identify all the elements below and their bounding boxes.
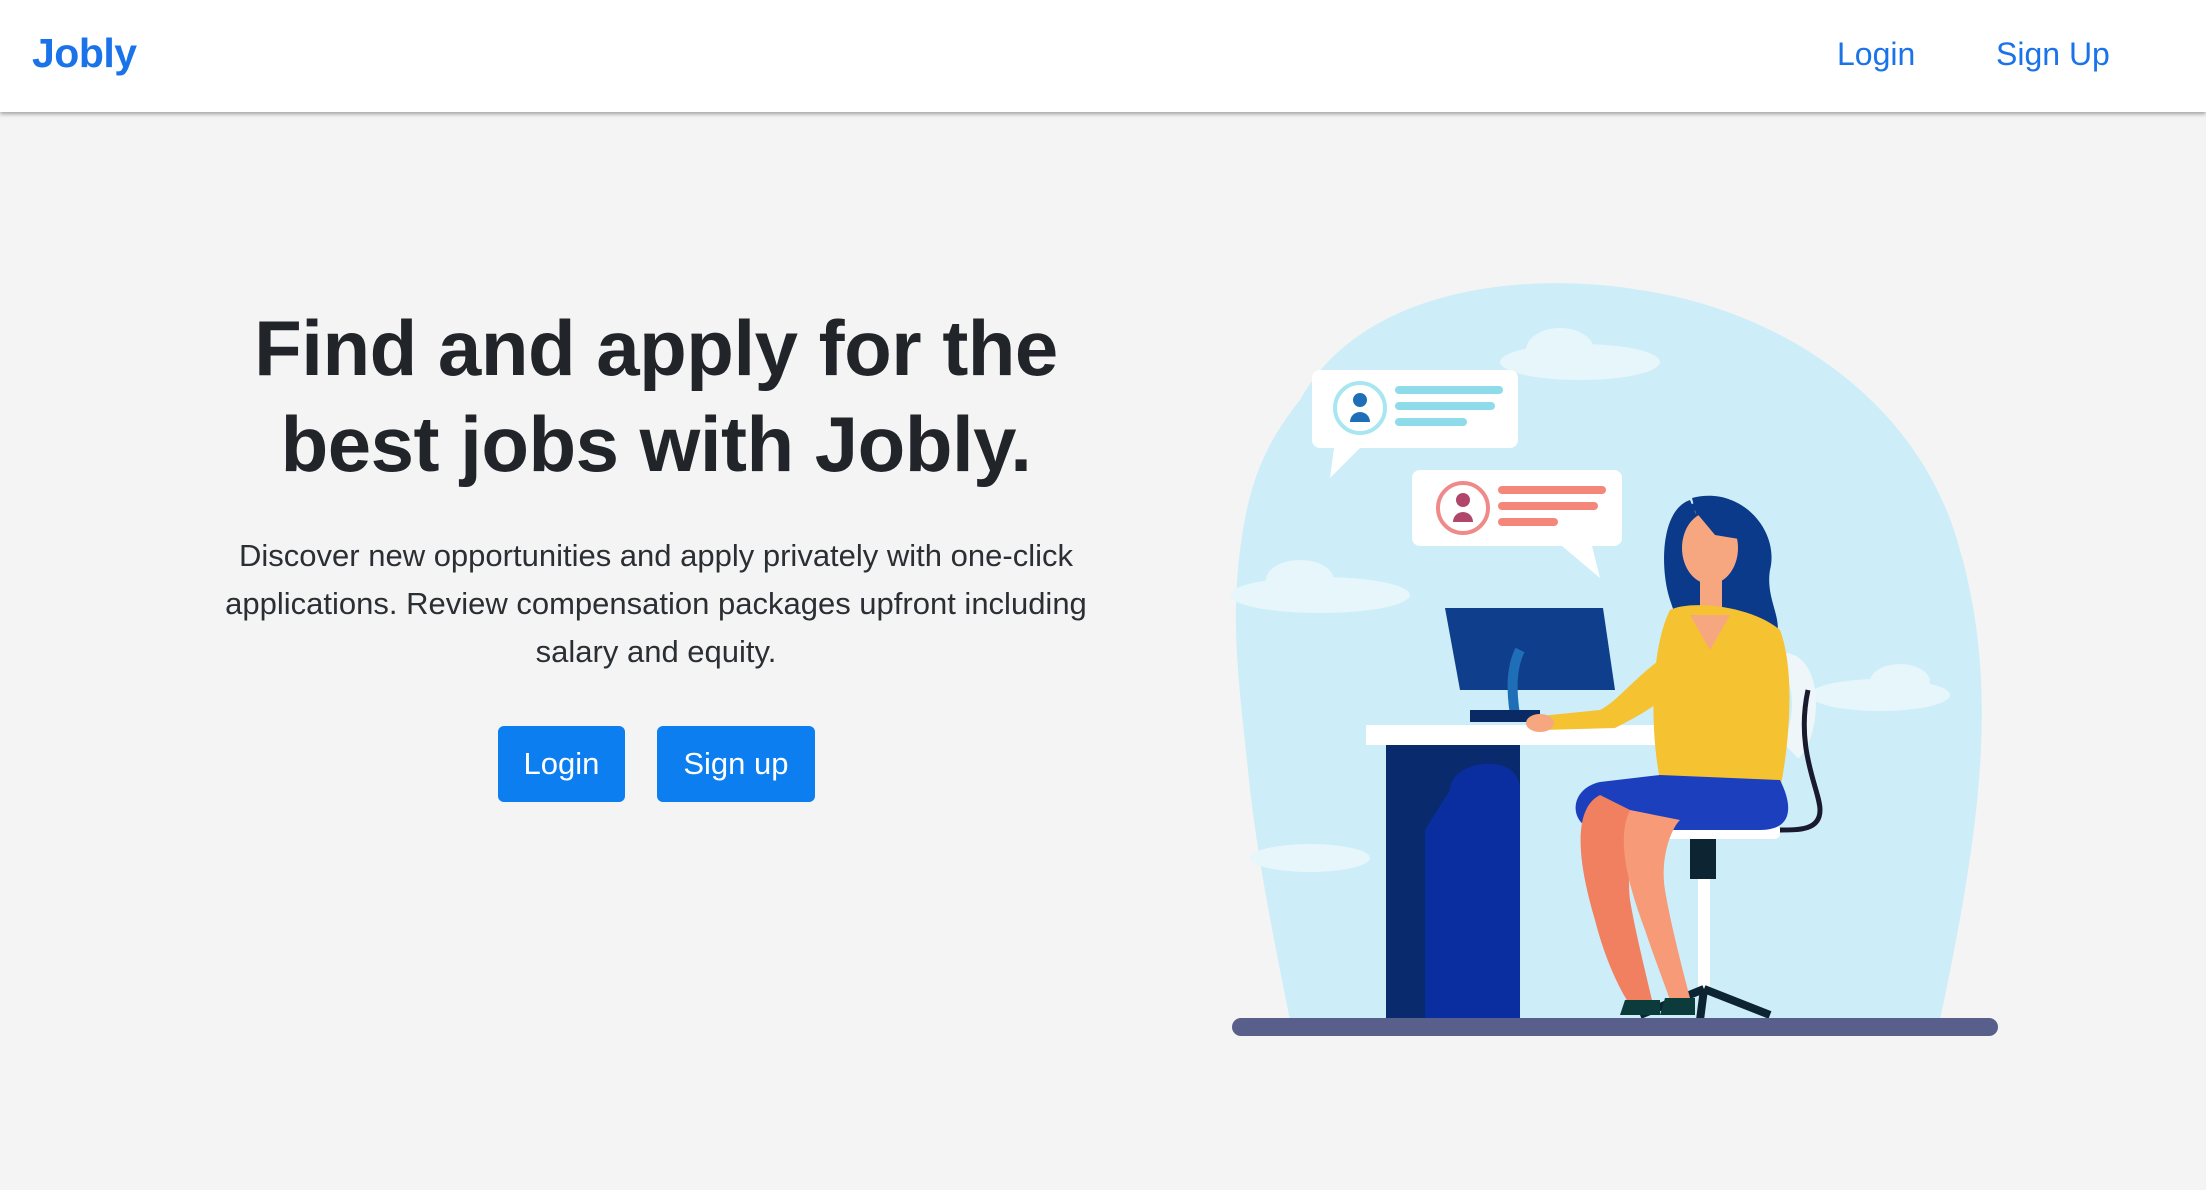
- hero-headline: Find and apply for the best jobs with Jo…: [160, 300, 1152, 492]
- hero-button-row: Login Sign up: [160, 726, 1152, 802]
- signup-button[interactable]: Sign up: [657, 726, 815, 802]
- headline-line-1: Find and apply for the: [254, 304, 1058, 392]
- headline-line-2: best jobs with Jobly.: [280, 400, 1032, 488]
- hero-section: Find and apply for the best jobs with Jo…: [160, 300, 1152, 802]
- navbar: Jobly Login Sign Up: [0, 0, 2206, 112]
- hero-illustration: [1230, 283, 1998, 1036]
- hero-description: Discover new opportunities and apply pri…: [225, 538, 1087, 669]
- brand-logo-link[interactable]: Jobly: [32, 30, 137, 77]
- floor-line: [1232, 1018, 1998, 1036]
- nav-signup-link[interactable]: Sign Up: [1996, 36, 2110, 73]
- login-button[interactable]: Login: [497, 726, 626, 802]
- nav-login-link[interactable]: Login: [1837, 36, 1915, 73]
